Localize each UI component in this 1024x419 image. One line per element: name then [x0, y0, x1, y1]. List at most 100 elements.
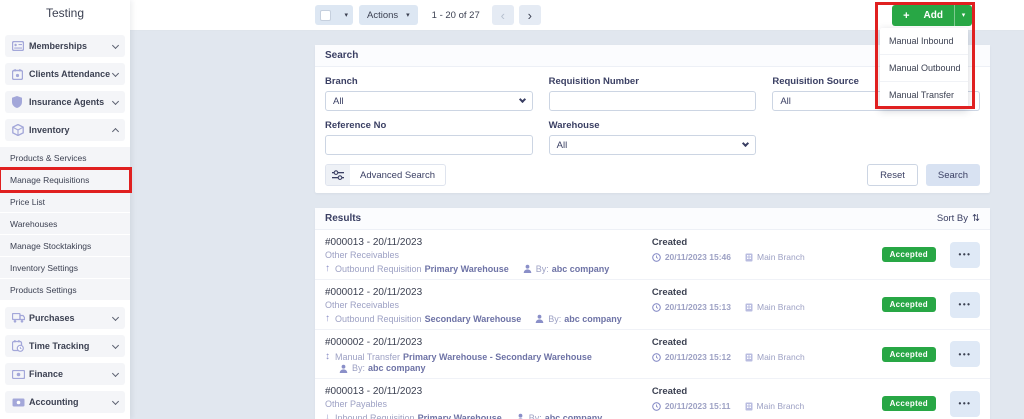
chevron-left-icon: ‹ — [500, 7, 505, 23]
advanced-search-label: Advanced Search — [360, 169, 435, 181]
arrow-updown-icon: ↕ — [325, 351, 330, 362]
requisition-warehouse: Primary Warehouse — [424, 263, 509, 274]
search-button[interactable]: Search — [925, 164, 980, 186]
reference-no-label: Reference No — [325, 120, 387, 131]
chevron-down-icon — [111, 369, 120, 377]
calendar-icon — [12, 68, 29, 80]
menu-item-manual-outbound[interactable]: Manual Outbound — [880, 55, 968, 82]
requisition-type: Outbound Requisition — [335, 313, 422, 324]
sidebar-item-label: Finance — [29, 369, 64, 379]
sidebar-item-finance[interactable]: Finance — [5, 363, 125, 385]
sidebar-item-products-services[interactable]: Products & Services — [0, 147, 130, 169]
sidebar-item-memberships[interactable]: Memberships — [5, 35, 125, 57]
row-right-col: Accepted ••• — [881, 390, 980, 417]
chevron-down-icon — [111, 97, 120, 105]
sidebar-item-products-settings[interactable]: Products Settings — [0, 279, 130, 301]
sidebar-item-time-tracking[interactable]: Time Tracking — [5, 335, 125, 357]
sub-item-label: Price List — [10, 196, 45, 207]
sidebar-item-manage-requisitions[interactable]: Manage Requisitions — [0, 167, 132, 193]
requisition-row[interactable]: #000012 - 20/11/2023 Other Receivables ↑… — [315, 280, 990, 330]
row-actions-button[interactable]: ••• — [950, 390, 980, 417]
add-button[interactable]: + Add ▾ — [892, 5, 972, 26]
sidebar-item-accounting[interactable]: Accounting — [5, 391, 125, 413]
row-actions-button[interactable]: ••• — [950, 291, 980, 318]
search-footer: Advanced Search Reset Search — [315, 159, 990, 193]
actions-button[interactable]: Actions ▾ — [359, 5, 418, 25]
main-area: ▾ Actions ▾ 1 - 20 of 27 ‹ › + Add ▾ Man… — [130, 0, 1024, 419]
sidebar-item-purchases[interactable]: Purchases — [5, 307, 125, 329]
select-all-dropdown-button[interactable]: ▾ — [315, 5, 353, 25]
by-label: By: — [535, 263, 549, 274]
arrow-up-icon: ↑ — [325, 313, 330, 324]
add-label: Add — [923, 10, 943, 21]
banknote-icon — [12, 369, 29, 379]
chevron-up-icon — [111, 127, 120, 136]
sub-item-label: Products Settings — [10, 284, 77, 295]
sidebar-item-manage-stocktakings[interactable]: Manage Stocktakings — [0, 235, 130, 257]
pagination-next-button[interactable]: › — [518, 5, 541, 25]
requisition-row[interactable]: #000013 - 20/11/2023 Other Payables ↓ In… — [315, 379, 990, 419]
requisition-category: Other Receivables — [325, 300, 400, 310]
by-company: abc company — [544, 412, 603, 419]
row-main-col: #000012 - 20/11/2023 Other Receivables ↑… — [325, 285, 652, 324]
sidebar-item-price-list[interactable]: Price List — [0, 191, 130, 213]
created-by-line: By: abc company — [325, 363, 652, 373]
requisition-number-input[interactable] — [548, 91, 757, 111]
sort-by-control[interactable]: Sort By ⇅ — [937, 213, 980, 224]
created-datetime: 20/11/2023 15:13 — [664, 302, 731, 312]
add-dropdown-menu: Manual Inbound Manual Outbound Manual Tr… — [880, 28, 968, 109]
sidebar-nav: Memberships Clients Attendance Insurance… — [0, 26, 132, 413]
requisition-row[interactable]: #000013 - 20/11/2023 Other Receivables ↑… — [315, 230, 990, 280]
branch-line: Main Branch — [745, 252, 805, 262]
building-icon — [745, 353, 753, 362]
sidebar-item-label: Accounting — [29, 397, 79, 407]
reference-no-input[interactable] — [325, 135, 533, 155]
requisition-category: Other Receivables — [325, 250, 400, 260]
select-all-checkbox[interactable] — [320, 9, 331, 21]
ellipsis-icon: ••• — [958, 399, 972, 408]
pagination-prev-button[interactable]: ‹ — [491, 5, 514, 25]
row-right-col: Accepted ••• — [881, 341, 980, 367]
add-dropdown-toggle[interactable]: ▾ — [954, 5, 972, 26]
created-label: Created — [651, 237, 688, 248]
sidebar-item-warehouses[interactable]: Warehouses — [0, 213, 130, 235]
clock-icon — [651, 401, 661, 411]
reset-button[interactable]: Reset — [867, 164, 918, 186]
menu-item-manual-transfer[interactable]: Manual Transfer — [880, 82, 968, 109]
sub-item-label: Manage Stocktakings — [10, 240, 92, 251]
created-datetime: 20/11/2023 15:46 — [664, 252, 731, 262]
branch-name: Main Branch — [757, 302, 805, 312]
branch-line: Main Branch — [745, 401, 804, 411]
menu-item-manual-inbound[interactable]: Manual Inbound — [880, 28, 968, 55]
topbar: ▾ Actions ▾ 1 - 20 of 27 ‹ › + Add ▾ Man… — [130, 0, 1024, 109]
created-label: Created — [651, 386, 688, 397]
row-created-col: Created 20/11/2023 15:13 Main Branch — [652, 285, 882, 312]
created-by: By: abc company — [516, 412, 603, 419]
ellipsis-icon: ••• — [958, 300, 972, 309]
advanced-search-button[interactable]: Advanced Search — [325, 164, 446, 186]
requisition-number-field: Requisition Number — [548, 76, 757, 111]
branch-line: Main Branch — [745, 302, 805, 312]
sliders-icon — [326, 165, 350, 185]
created-line: 20/11/2023 15:46 Main Branch — [651, 252, 882, 262]
by-label: By: — [548, 313, 562, 324]
requisition-type: Manual Transfer — [335, 351, 401, 362]
branch-name: Main Branch — [757, 252, 805, 262]
building-icon — [745, 402, 753, 411]
row-actions-button[interactable]: ••• — [950, 341, 980, 367]
row-actions-button[interactable]: ••• — [950, 241, 980, 268]
row-main-col: #000002 - 20/11/2023 ↕ Manual Transfer P… — [325, 335, 652, 373]
requisition-row[interactable]: #000002 - 20/11/2023 ↕ Manual Transfer P… — [315, 330, 990, 379]
sidebar-item-insurance-agents[interactable]: Insurance Agents — [5, 91, 125, 113]
ellipsis-icon: ••• — [958, 349, 972, 359]
sidebar-item-inventory-settings[interactable]: Inventory Settings — [0, 257, 130, 279]
warehouse-select[interactable]: All — [548, 135, 757, 155]
by-company: abc company — [564, 313, 622, 324]
chevron-down-icon — [111, 69, 120, 77]
requisition-warehouse: Primary Warehouse - Secondary Warehouse — [403, 351, 592, 362]
sidebar-item-clients-attendance[interactable]: Clients Attendance — [5, 63, 125, 85]
arrow-up-icon: ↑ — [325, 263, 330, 274]
sidebar-item-inventory[interactable]: Inventory — [5, 119, 125, 141]
branch-select[interactable]: All — [325, 91, 533, 111]
chevron-right-icon: › — [527, 7, 532, 23]
